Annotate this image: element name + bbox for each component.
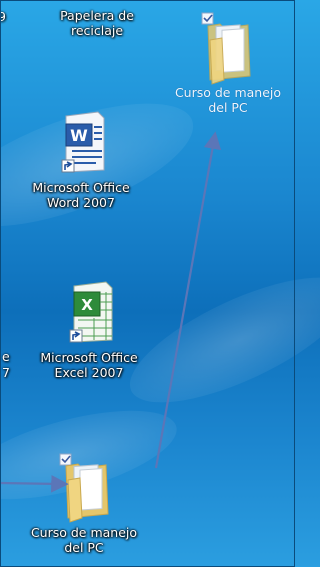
destination-folder-label: Curso de manejo del PC: [174, 85, 282, 115]
partial-icon-label-top: 9: [0, 9, 6, 24]
excel-2007-icon-item[interactable]: X Microsoft Office Excel 2007: [34, 280, 144, 380]
folder-icon: [59, 453, 109, 523]
partial-icon-label-mid: e: [2, 349, 10, 364]
source-folder-icon-item[interactable]: Curso de manejo del PC: [24, 450, 144, 565]
wallpaper-streak: [114, 253, 320, 427]
word-document-icon: W: [61, 111, 105, 173]
svg-text:W: W: [70, 126, 88, 145]
svg-text:X: X: [81, 296, 93, 314]
recycle-bin-icon-item[interactable]: Papelera de reciclaje: [42, 8, 152, 38]
source-folder-label: Curso de manejo del PC: [30, 525, 138, 555]
folder-icon: [201, 12, 251, 85]
word-2007-icon-item[interactable]: W Microsoft Office Word 2007: [26, 110, 136, 210]
recycle-bin-label: Papelera de reciclaje: [60, 8, 134, 38]
drag-path-arrow: [154, 131, 222, 469]
excel-spreadsheet-icon: X: [69, 281, 113, 343]
word-2007-label: Microsoft Office Word 2007: [32, 180, 130, 210]
excel-2007-label: Microsoft Office Excel 2007: [40, 350, 138, 380]
partial-icon-label-low: 7: [2, 365, 10, 380]
destination-folder-icon-item[interactable]: Curso de manejo del PC: [168, 10, 288, 120]
